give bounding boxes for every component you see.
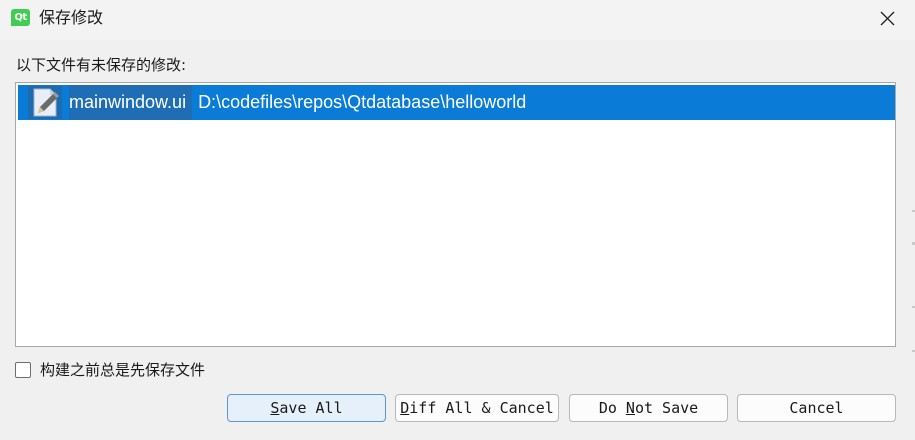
close-button[interactable] bbox=[872, 3, 902, 33]
save-changes-dialog: Qt 保存修改 以下文件有未保存的修改: mainwindow.ui D:\co bbox=[0, 0, 915, 440]
save-before-build-checkbox[interactable] bbox=[15, 362, 31, 378]
diff-all-cancel-button[interactable]: Diff All & Cancel bbox=[395, 394, 559, 422]
diff-mnemonic: D bbox=[400, 399, 410, 417]
close-icon bbox=[880, 11, 895, 26]
nosave-pre: Do bbox=[598, 399, 626, 417]
nosave-post: ot Save bbox=[634, 399, 699, 417]
file-name: mainwindow.ui bbox=[69, 85, 193, 120]
do-not-save-button[interactable]: Do Not Save bbox=[569, 394, 728, 422]
pencil-file-icon bbox=[28, 86, 62, 119]
qt-app-icon: Qt bbox=[11, 9, 30, 26]
cancel-button[interactable]: Cancel bbox=[737, 394, 896, 422]
save-all-post: ave All bbox=[279, 399, 343, 417]
save-all-button[interactable]: Save All bbox=[227, 394, 386, 422]
unsaved-files-list[interactable]: mainwindow.ui D:\codefiles\repos\Qtdatab… bbox=[15, 82, 896, 347]
nosave-mnemonic: N bbox=[625, 399, 635, 417]
save-before-build-label[interactable]: 构建之前总是先保存文件 bbox=[40, 360, 205, 380]
title-bar[interactable]: Qt 保存修改 bbox=[0, 0, 915, 40]
save-before-build-option[interactable]: 构建之前总是先保存文件 bbox=[15, 360, 205, 380]
file-path: D:\codefiles\repos\Qtdatabase\helloworld bbox=[198, 92, 527, 112]
unsaved-files-label: 以下文件有未保存的修改: bbox=[16, 56, 187, 74]
window-title: 保存修改 bbox=[39, 8, 104, 27]
list-item[interactable]: mainwindow.ui D:\codefiles\repos\Qtdatab… bbox=[18, 85, 895, 120]
diff-post: iff All & Cancel bbox=[409, 399, 554, 417]
